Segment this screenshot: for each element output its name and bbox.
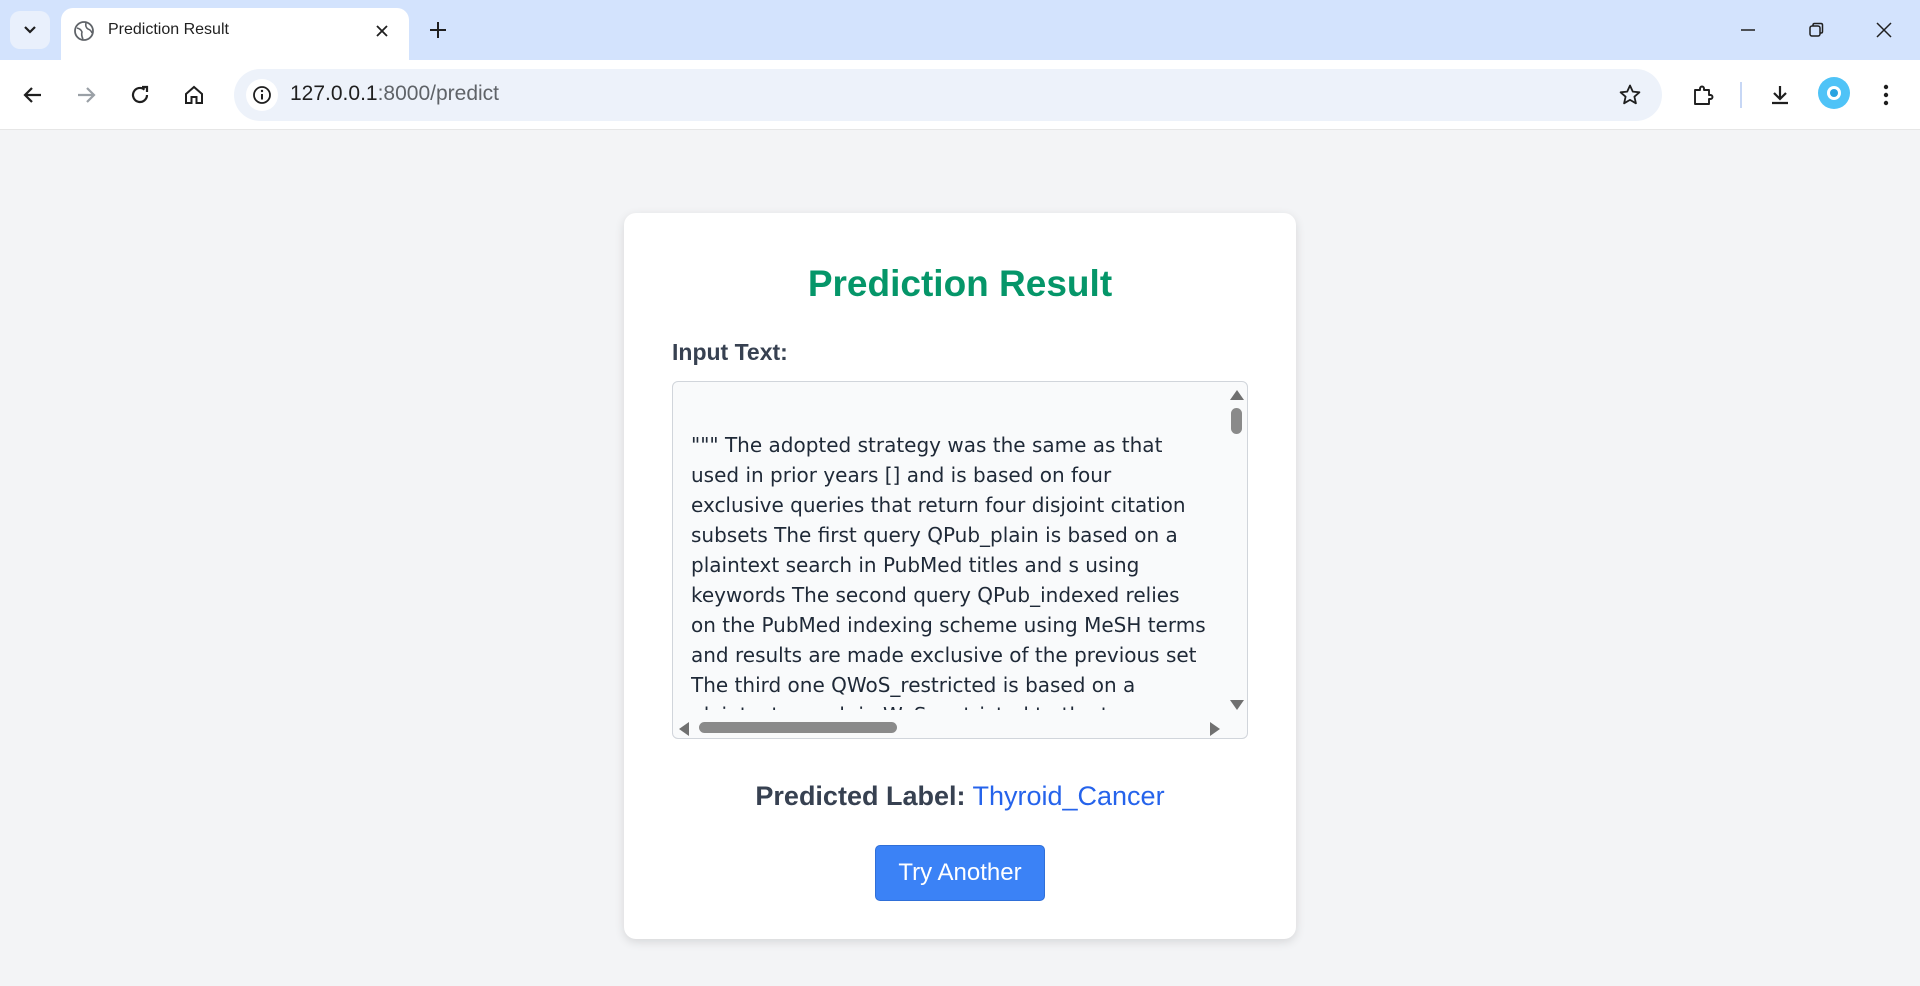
browser-tab[interactable]: Prediction Result <box>61 8 409 60</box>
address-bar[interactable]: 127.0.0.1:8000/predict <box>234 69 1662 121</box>
predicted-label-value: Thyroid_Cancer <box>972 781 1165 811</box>
vertical-scroll-thumb[interactable] <box>1231 408 1242 434</box>
vertical-scrollbar[interactable] <box>1225 382 1247 718</box>
globe-icon <box>74 21 94 41</box>
plus-icon <box>430 22 446 38</box>
tab-close-button[interactable] <box>369 18 395 44</box>
extensions-button[interactable] <box>1683 75 1723 115</box>
scroll-left-arrow[interactable] <box>679 722 689 736</box>
scroll-right-arrow[interactable] <box>1210 722 1220 736</box>
profile-avatar[interactable] <box>1818 77 1850 109</box>
site-info-button[interactable] <box>246 79 278 111</box>
result-card: Prediction Result Input Text: """ The ad… <box>624 213 1296 939</box>
close-icon <box>1876 22 1892 38</box>
input-text-content: """ The adopted strategy was the same as… <box>691 433 1206 710</box>
menu-button[interactable] <box>1866 75 1906 115</box>
more-vertical-icon <box>1883 84 1889 106</box>
predicted-label: Predicted Label: Thyroid_Cancer <box>624 781 1296 812</box>
arrow-right-icon <box>78 87 96 103</box>
avatar-icon <box>1827 86 1841 100</box>
url-path: :8000/predict <box>377 82 500 105</box>
puzzle-icon <box>1694 85 1714 105</box>
minimize-button[interactable] <box>1726 12 1770 48</box>
chevron-down-icon <box>24 26 36 34</box>
home-icon <box>185 85 203 104</box>
predicted-label-prefix: Predicted Label: <box>755 781 966 811</box>
back-button[interactable] <box>13 75 53 115</box>
downloads-button[interactable] <box>1760 75 1800 115</box>
reload-button[interactable] <box>120 75 160 115</box>
window-close-button[interactable] <box>1862 12 1906 48</box>
restore-icon <box>1809 22 1824 37</box>
minimize-icon <box>1741 29 1755 31</box>
home-button[interactable] <box>174 75 214 115</box>
arrow-left-icon <box>23 87 41 103</box>
input-text-label: Input Text: <box>672 339 788 365</box>
download-icon <box>1772 86 1788 105</box>
input-text-box[interactable]: """ The adopted strategy was the same as… <box>672 381 1248 739</box>
browser-toolbar: 127.0.0.1:8000/predict <box>0 60 1920 130</box>
try-another-button[interactable]: Try Another <box>875 845 1045 901</box>
url-host: 127.0.0.1 <box>290 82 378 105</box>
bookmark-button[interactable] <box>1616 81 1644 109</box>
star-icon <box>1619 84 1641 105</box>
scroll-down-arrow[interactable] <box>1230 700 1244 710</box>
horizontal-scroll-thumb[interactable] <box>699 722 897 733</box>
browser-tab-bar: Prediction Result <box>0 0 1920 60</box>
reload-icon <box>131 85 149 104</box>
info-icon <box>253 86 271 104</box>
page-title: Prediction Result <box>807 263 1113 304</box>
horizontal-scrollbar[interactable] <box>673 716 1227 738</box>
new-tab-button[interactable] <box>422 14 454 46</box>
toolbar-separator <box>1740 82 1742 108</box>
tab-title: Prediction Result <box>108 21 229 38</box>
forward-button[interactable] <box>66 75 106 115</box>
tab-search-button[interactable] <box>10 11 50 49</box>
close-icon <box>376 25 388 37</box>
url-text[interactable]: 127.0.0.1:8000/predict <box>290 82 499 106</box>
restore-button[interactable] <box>1794 12 1838 48</box>
scroll-up-arrow[interactable] <box>1230 390 1244 400</box>
